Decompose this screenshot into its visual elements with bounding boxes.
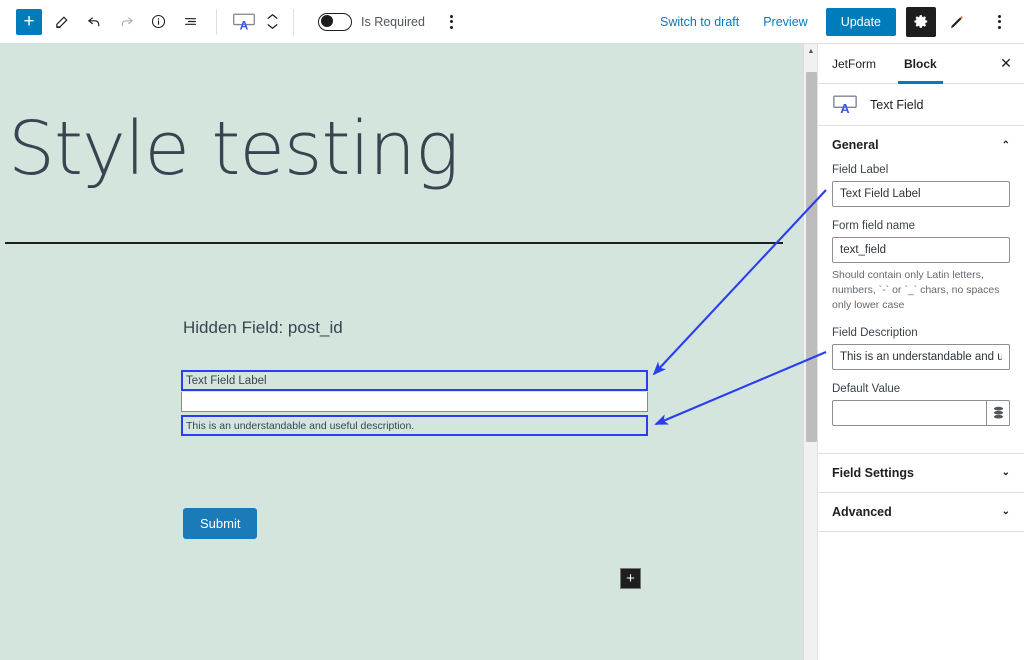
default-value-input[interactable]: [832, 399, 988, 426]
kebab-dot: [997, 20, 1001, 23]
chevron-up-icon: ⌃: [1001, 139, 1010, 151]
undo-icon: [87, 17, 99, 27]
text-field-block-icon: A: [233, 13, 255, 32]
block-inserter-button[interactable]: +: [620, 568, 641, 589]
move-block-stepper[interactable]: [261, 4, 283, 40]
field-label-highlight[interactable]: Text Field Label: [181, 370, 648, 391]
tab-block[interactable]: Block: [890, 44, 951, 84]
is-required-toggle[interactable]: [318, 12, 352, 31]
svg-text:A: A: [840, 101, 850, 115]
field-label-input[interactable]: [832, 181, 1010, 207]
editor-top-toolbar: + A Is Required Switch to draft Preview …: [0, 0, 1024, 44]
default-value-row: [832, 399, 1010, 426]
toolbar-right-group: Switch to draft Preview Update: [648, 0, 1024, 44]
title-separator: [5, 242, 783, 244]
form-field-name-input[interactable]: [832, 237, 1010, 263]
add-block-button[interactable]: +: [16, 8, 42, 35]
settings-button[interactable]: [906, 6, 936, 37]
field-label-caption: Field Label: [832, 164, 889, 176]
default-value-caption: Default Value: [832, 382, 901, 395]
field-description-caption: Field Description: [832, 326, 918, 339]
svg-text:A: A: [240, 18, 249, 31]
styles-button[interactable]: [942, 7, 972, 37]
close-sidebar-button[interactable]: ✕: [988, 44, 1024, 83]
panel-general-body: Field Label Form field name Should conta…: [818, 164, 1024, 453]
switch-to-draft-button[interactable]: Switch to draft: [648, 15, 751, 29]
field-label-text: Text Field Label: [186, 374, 267, 387]
field-description-highlight[interactable]: This is an understandable and useful des…: [181, 415, 648, 436]
field-label-group: Field Label: [832, 164, 1010, 207]
redo-button[interactable]: [110, 4, 142, 40]
default-value-group: Default Value: [832, 383, 1010, 426]
panel-advanced-header[interactable]: Advanced ⌄: [818, 493, 1024, 531]
block-type-button[interactable]: A: [227, 4, 261, 40]
field-description-text: This is an understandable and useful des…: [186, 419, 415, 432]
kebab-dot: [997, 14, 1001, 18]
hidden-field-block[interactable]: Hidden Field: post_id: [183, 318, 343, 338]
is-required-label: Is Required: [361, 14, 425, 29]
editor-more-options-button[interactable]: [984, 4, 1014, 40]
panel-divider-3: [818, 530, 1024, 532]
field-description-group: Field Description: [832, 327, 1010, 370]
form-field-name-caption: Form field name: [832, 220, 916, 232]
page-title[interactable]: Style testing: [8, 106, 459, 192]
plus-icon: +: [23, 11, 35, 32]
block-header: A Text Field: [818, 84, 1024, 126]
form-field-name-group: Form field name Should contain only Lati…: [832, 220, 1010, 314]
edit-pencil-icon: [55, 16, 68, 29]
settings-sidebar: JetForm Block ✕ A Text Field General ⌃ F…: [817, 44, 1024, 660]
database-macro-icon: [993, 406, 1003, 419]
info-icon: [151, 14, 165, 29]
scroll-up-arrow[interactable]: ▲: [804, 44, 818, 58]
block-name-label: Text Field: [870, 97, 924, 112]
undo-button[interactable]: [78, 4, 110, 40]
sidebar-tabs: JetForm Block ✕: [818, 44, 1024, 84]
kebab-dot: [997, 25, 1001, 29]
toggle-knob: [321, 15, 333, 27]
document-info-button[interactable]: [142, 4, 174, 40]
styles-brush-icon: [951, 15, 963, 28]
tab-jetform[interactable]: JetForm: [818, 44, 890, 83]
panel-field-settings-title: Field Settings: [832, 465, 914, 480]
default-value-macro-button[interactable]: [987, 399, 1010, 426]
toolbar-divider-2: [293, 8, 294, 35]
list-view-icon: [184, 18, 196, 25]
form-field-name-help: Should contain only Latin letters, numbe…: [832, 269, 1000, 312]
chevron-down-icon: [267, 24, 277, 29]
kebab-dot: [450, 25, 454, 29]
preview-button[interactable]: Preview: [751, 15, 819, 29]
list-view-button[interactable]: [174, 4, 206, 40]
block-more-options-button[interactable]: [437, 4, 467, 40]
submit-button[interactable]: Submit: [183, 508, 258, 539]
settings-gear-icon: [913, 15, 927, 28]
redo-icon: [121, 17, 133, 27]
field-description-input[interactable]: [832, 343, 1010, 370]
is-required-toggle-wrapper[interactable]: Is Required: [318, 12, 425, 31]
text-field-block-icon: A: [833, 95, 857, 115]
kebab-dot: [450, 14, 454, 18]
field-text-input[interactable]: [181, 392, 648, 412]
panel-advanced-title: Advanced: [832, 504, 892, 519]
edit-pencil-button[interactable]: [46, 4, 78, 40]
editor-root: + A Is Required Switch to draft Preview …: [0, 0, 1024, 660]
editor-canvas: Style testing Hidden Field: post_id Text…: [0, 44, 803, 660]
toolbar-divider-1: [216, 8, 217, 35]
panel-field-settings-header[interactable]: Field Settings ⌄: [818, 454, 1024, 492]
panel-general-title: General: [832, 138, 879, 152]
panel-general-header[interactable]: General ⌃: [818, 126, 1024, 164]
canvas-scrollbar[interactable]: ▲: [803, 44, 817, 660]
text-field-block[interactable]: Text Field Label This is an understandab…: [181, 370, 648, 436]
update-button[interactable]: Update: [825, 7, 896, 36]
scrollbar-thumb[interactable]: [806, 72, 817, 442]
chevron-down-icon: ⌄: [1001, 467, 1010, 479]
kebab-dot: [450, 20, 454, 23]
toolbar-left-group: + A Is Required: [0, 0, 467, 44]
chevron-up-icon: [267, 14, 277, 19]
chevron-down-icon: ⌄: [1001, 506, 1010, 518]
